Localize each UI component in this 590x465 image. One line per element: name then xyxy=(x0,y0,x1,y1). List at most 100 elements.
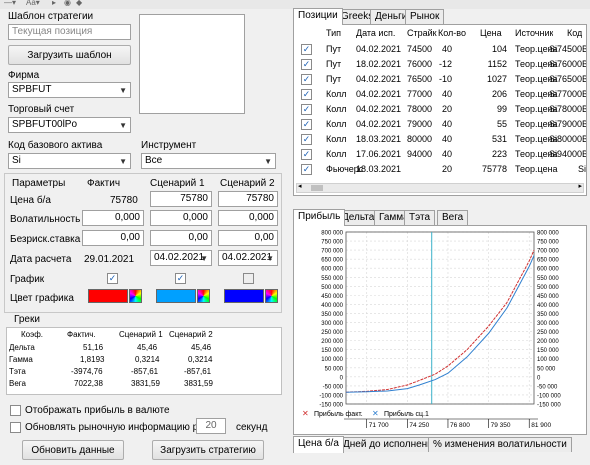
scroll-right-icon[interactable]: ▸ xyxy=(578,182,582,190)
date-s2-value: 04.02.2021 xyxy=(222,252,273,263)
line-icon[interactable]: —▾ xyxy=(4,0,16,7)
horizontal-scrollbar[interactable]: ◂ ▸ xyxy=(296,183,584,193)
col-header: Кол-во xyxy=(438,28,466,38)
vol-s1-input[interactable]: 0,000 xyxy=(150,210,212,226)
instrument-select[interactable]: Все ▼ xyxy=(141,153,276,169)
col-s2-header: Сценарий 2 xyxy=(220,178,275,189)
palette-icon[interactable] xyxy=(265,289,278,303)
show-profit-label: Отображать прибыль в валюте xyxy=(25,405,170,416)
base-code-value: Si xyxy=(12,155,21,166)
tab-underlying-price[interactable]: Цена б/а xyxy=(293,436,344,453)
cell-qty: 20 xyxy=(441,104,452,114)
cell-type: Пут xyxy=(326,44,342,54)
col-header: Цена xyxy=(480,28,502,38)
eye-icon[interactable]: ◉ xyxy=(64,0,71,7)
col-header: Дата исп. xyxy=(356,28,396,38)
x-tick-label: 74 250 xyxy=(409,422,429,429)
cell-expiry: 04.02.2021 xyxy=(356,44,402,54)
rate-s1-input[interactable]: 0,00 xyxy=(150,230,212,246)
tab-vol-change[interactable]: % изменения волатильности xyxy=(428,437,572,452)
table-row[interactable]: ✓ Пут 04.02.2021 74500 40 104 Теор.цена Si74500… xyxy=(294,43,586,57)
tab-vega[interactable]: Вега xyxy=(437,210,469,225)
row-checkbox[interactable]: ✓ xyxy=(301,44,312,55)
text-icon[interactable]: Aa▾ xyxy=(26,0,40,7)
greeks-table: Коэф. Фактич. Сценарий 1 Сценарий 2 Дель… xyxy=(6,327,282,395)
chevron-down-icon: ▼ xyxy=(119,86,127,95)
table-row[interactable]: ✓ Колл 17.06.2021 94000 40 223 Теор.цена Si9400… xyxy=(294,148,586,162)
x-tick-label: 71 700 xyxy=(369,422,389,429)
params-header: Параметры xyxy=(12,178,66,189)
load-template-button[interactable]: Загрузить шаблон xyxy=(8,45,131,65)
y-tick-label-right: 500 000 xyxy=(537,285,559,291)
col-header: Код xyxy=(567,28,583,38)
y-tick-label: 750 000 xyxy=(321,240,343,246)
plot-area xyxy=(345,231,535,405)
firm-select[interactable]: SPBFUT ▼ xyxy=(8,82,131,98)
price-s1-input[interactable]: 75780 xyxy=(150,191,212,207)
refresh-checkbox[interactable] xyxy=(10,422,21,433)
y-tick-label: 350 000 xyxy=(321,312,343,318)
base-code-select[interactable]: Si ▼ xyxy=(8,153,131,169)
palette-icon[interactable] xyxy=(197,289,210,303)
vol-fact-input[interactable]: 0,000 xyxy=(82,210,144,226)
update-data-button[interactable]: Обновить данные xyxy=(22,440,124,460)
cell-qty: 20 xyxy=(441,164,452,174)
col-header: Тип xyxy=(326,28,342,38)
vol-s2-input[interactable]: 0,000 xyxy=(218,210,278,226)
rate-s2-input[interactable]: 0,00 xyxy=(218,230,278,246)
graph-s2-checkbox[interactable] xyxy=(243,273,254,284)
date-s1-picker[interactable]: 04.02.2021 ▼ xyxy=(150,250,212,266)
y-tick-label-right: -50 000 xyxy=(537,384,558,390)
color-s1-swatch[interactable] xyxy=(156,289,196,303)
row-checkbox[interactable]: ✓ xyxy=(301,59,312,70)
scrollbar-thumb[interactable] xyxy=(311,185,323,191)
template-input[interactable]: Текущая позиция xyxy=(8,24,131,40)
row-checkbox[interactable]: ✓ xyxy=(301,149,312,160)
cell-expiry: 18.03.2021 xyxy=(356,134,402,144)
table-row[interactable]: ✓ Колл 18.03.2021 80000 40 531 Теор.цена Si8000… xyxy=(294,133,586,147)
table-row[interactable]: ✓ Пут 04.02.2021 76500 -10 1027 Теор.цена Si765… xyxy=(294,73,586,87)
tab-profit[interactable]: Прибыль xyxy=(293,209,346,226)
palette-icon[interactable] xyxy=(129,289,142,303)
row-checkbox[interactable]: ✓ xyxy=(301,164,312,175)
greeks-header: Сценарий 2 xyxy=(169,330,213,339)
cell-code: Si76500BN xyxy=(549,74,586,84)
rate-fact-input[interactable]: 0,00 xyxy=(82,230,144,246)
tab-theta[interactable]: Тэта xyxy=(404,210,436,225)
tab-positions[interactable]: Позиции xyxy=(293,8,343,25)
row-checkbox[interactable]: ✓ xyxy=(301,104,312,115)
row-checkbox[interactable]: ✓ xyxy=(301,74,312,85)
vol-label: Волатильность xyxy=(10,214,81,225)
cell-code: Si74500BN xyxy=(549,44,586,54)
row-checkbox[interactable]: ✓ xyxy=(301,119,312,130)
tab-market[interactable]: Рынок xyxy=(405,9,445,24)
color-s2-swatch[interactable] xyxy=(224,289,264,303)
row-checkbox[interactable]: ✓ xyxy=(301,89,312,100)
price-s2-input[interactable]: 75780 xyxy=(218,191,278,207)
date-s2-picker[interactable]: 04.02.2021 ▼ xyxy=(218,250,278,266)
graph-s1-checkbox[interactable]: ✓ xyxy=(175,273,186,284)
table-row[interactable]: ✓ Фьючерс 18.03.2021 20 75778 Теор.цена Si xyxy=(294,163,586,177)
row-checkbox[interactable]: ✓ xyxy=(301,134,312,145)
template-label: Шаблон стратегии xyxy=(8,11,94,22)
cell-qty: -12 xyxy=(438,59,452,69)
account-select[interactable]: SPBFUT00lPo ▼ xyxy=(8,117,131,133)
color-fact-swatch[interactable] xyxy=(88,289,128,303)
show-profit-checkbox[interactable] xyxy=(10,405,21,416)
table-row[interactable]: ✓ Пут 18.02.2021 76000 -12 1152 Теор.цена Si760… xyxy=(294,58,586,72)
diamond-icon[interactable]: ◆ xyxy=(76,0,82,7)
cell-qty: 40 xyxy=(441,119,452,129)
load-strategy-button[interactable]: Загрузить стратегию xyxy=(152,440,264,460)
chevron-down-icon: ▼ xyxy=(266,254,274,263)
cell-price: 75778 xyxy=(481,164,507,174)
table-row[interactable]: ✓ Колл 04.02.2021 79000 40 55 Теор.цена Si79000… xyxy=(294,118,586,132)
cell-qty: 40 xyxy=(441,134,452,144)
cell-type: Колл xyxy=(326,104,347,114)
table-row[interactable]: ✓ Колл 04.02.2021 77000 40 206 Теор.цена Si7700… xyxy=(294,88,586,102)
refresh-interval-input[interactable]: 20 xyxy=(196,418,226,434)
scroll-left-icon[interactable]: ◂ xyxy=(298,182,302,190)
cell-strike: 80000 xyxy=(407,134,433,144)
graph-fact-checkbox[interactable]: ✓ xyxy=(107,273,118,284)
pointer-icon[interactable]: ▸ xyxy=(52,0,56,7)
table-row[interactable]: ✓ Колл 04.02.2021 78000 20 99 Теор.цена Si78000… xyxy=(294,103,586,117)
